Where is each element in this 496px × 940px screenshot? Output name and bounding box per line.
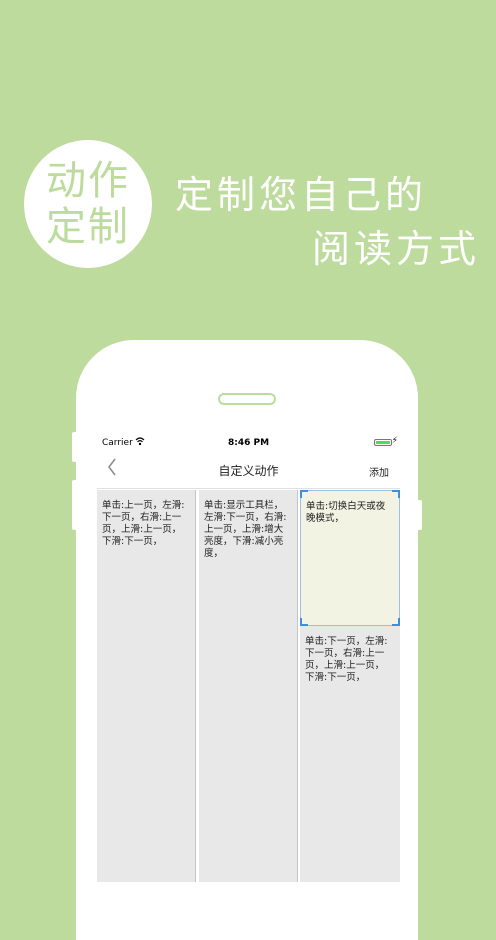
resize-handle-top-left[interactable]	[300, 490, 308, 498]
slogan-line-1: 定制您自己的	[175, 173, 428, 217]
resize-handle-bottom-right[interactable]	[392, 618, 400, 626]
phone-speaker	[218, 393, 276, 405]
navigation-bar: 自定义动作 添加	[97, 451, 400, 489]
resize-handle-bottom-left[interactable]	[300, 618, 308, 626]
page-title: 自定义动作	[218, 464, 279, 478]
action-column-2[interactable]: 单击:显示工具栏， 左滑:下一页，右滑: 上一页，上滑:增大 亮度，下滑:减小亮…	[199, 490, 298, 882]
badge-line-1: 动作	[46, 158, 130, 204]
action-description: 单击:上一页，左滑: 下一页，右滑:上一 页，上滑:上一页， 下滑:下一页，	[102, 500, 185, 547]
phone-side-button-right	[416, 500, 422, 530]
feature-badge: 动作 定制	[24, 140, 152, 268]
phone-screen: Carrier 8:46 PM ⚡ 自定义动作 添加 单击:上一页，左滑: 下一…	[97, 435, 400, 882]
phone-side-button-left-2	[72, 480, 78, 530]
slogan-line-2: 阅读方式	[312, 227, 481, 271]
action-description: 单击:显示工具栏， 左滑:下一页，右滑: 上一页，上滑:增大 亮度，下滑:减小亮…	[204, 500, 287, 559]
selected-action-description: 单击:切换白天或夜 晚模式，	[306, 501, 386, 524]
status-bar: Carrier 8:46 PM ⚡	[97, 435, 400, 451]
badge-line-2: 定制	[46, 204, 130, 250]
action-description: 单击:下一页，左滑: 下一页，右滑:上一 页，上滑:上一页， 下滑:下一页，	[305, 636, 388, 683]
status-time: 8:46 PM	[227, 438, 270, 448]
resize-handle-top-right[interactable]	[392, 490, 400, 498]
add-button[interactable]: 添加	[369, 464, 389, 479]
charging-icon: ⚡	[391, 436, 398, 446]
battery-icon	[374, 439, 392, 446]
selected-action-region[interactable]: 单击:切换白天或夜 晚模式，	[300, 490, 400, 626]
action-column-1[interactable]: 单击:上一页，左滑: 下一页，右滑:上一 页，上滑:上一页， 下滑:下一页，	[97, 490, 196, 882]
phone-side-button-left-1	[72, 432, 78, 462]
